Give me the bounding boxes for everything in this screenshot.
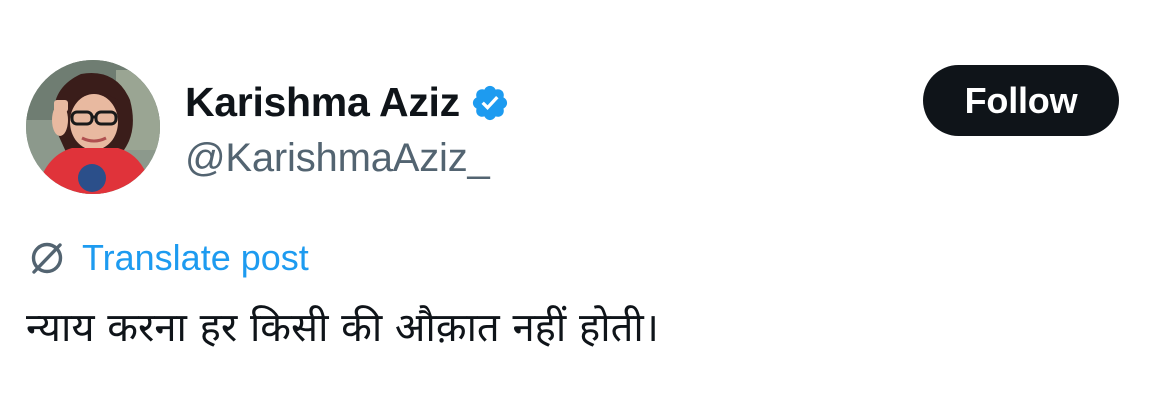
follow-button[interactable]: Follow <box>923 65 1119 136</box>
user-handle[interactable]: @KarishmaAziz_ <box>185 136 490 181</box>
avatar-image <box>26 60 160 194</box>
avatar[interactable] <box>26 60 160 194</box>
translate-post-link[interactable]: Translate post <box>26 234 309 282</box>
globe-translate-icon <box>26 237 68 279</box>
post-text: न्याय करना हर किसी की औक़ात नहीं होती। <box>26 305 659 351</box>
verified-badge-icon <box>470 83 510 123</box>
display-name[interactable]: Karishma Aziz <box>185 79 460 126</box>
display-name-row: Karishma Aziz <box>185 74 510 130</box>
translate-post-label: Translate post <box>82 237 309 278</box>
